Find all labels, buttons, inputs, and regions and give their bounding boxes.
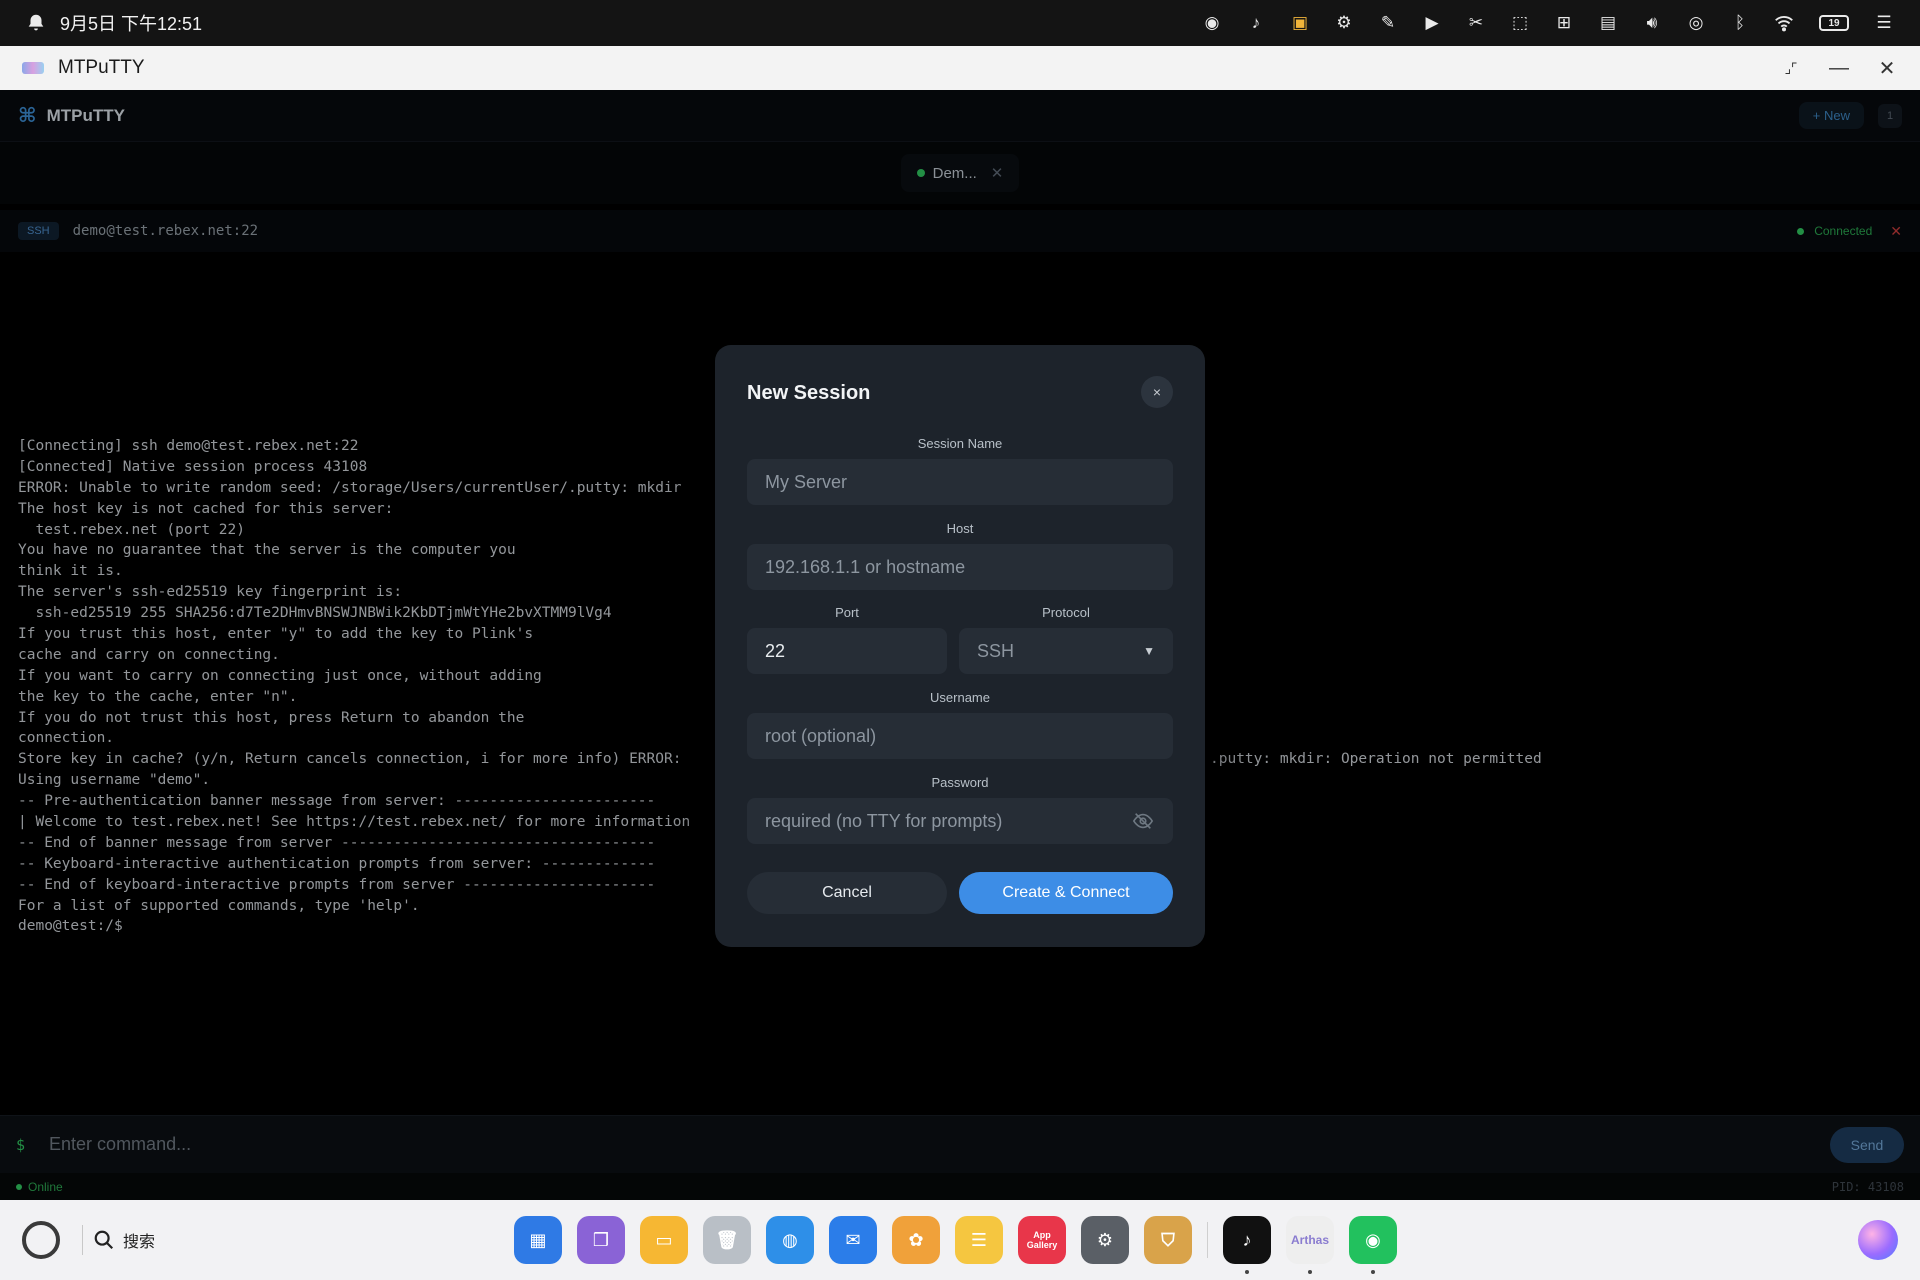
new-session-dialog: New Session × Session Name My Server Hos…: [715, 345, 1205, 947]
host-input[interactable]: 192.168.1.1 or hostname: [747, 544, 1173, 590]
app-logo-icon: [22, 62, 44, 74]
settings-app-icon: ⚙: [1096, 1229, 1114, 1250]
launcher-app-icon: ▦: [529, 1229, 547, 1250]
wechat-app[interactable]: ◉: [1349, 1216, 1397, 1274]
mail-app[interactable]: ✉: [829, 1216, 877, 1264]
video-icon[interactable]: ▶: [1420, 11, 1444, 35]
arthas-app-label: Arthas: [1290, 1233, 1329, 1247]
running-indicator: [1308, 1270, 1312, 1274]
running-indicator: [1371, 1270, 1375, 1274]
settings-app[interactable]: ⚙: [1081, 1216, 1129, 1264]
multitask-app[interactable]: ❒: [577, 1216, 625, 1264]
files-app[interactable]: ▭: [640, 1216, 688, 1264]
wechat-icon[interactable]: ◉: [1200, 11, 1224, 35]
port-label: Port: [835, 605, 859, 620]
volume-icon[interactable]: 🔊︎: [1640, 11, 1664, 35]
photos-app[interactable]: ✿: [892, 1216, 940, 1264]
control-center-icon[interactable]: ☰: [1872, 11, 1896, 35]
password-input[interactable]: required (no TTY for prompts): [747, 798, 1173, 844]
username-placeholder: root (optional): [765, 725, 877, 746]
bluetooth-icon[interactable]: ᛒ: [1728, 11, 1752, 35]
password-label: Password: [931, 775, 989, 790]
port-input[interactable]: 22: [747, 628, 947, 674]
scissors-icon[interactable]: ✂: [1464, 11, 1488, 35]
mail-app-icon: ✉: [845, 1229, 861, 1250]
dock-apps: ▦ ❒ ▭ 🗑︎ ◍ ✉ ✿ ☰ App Gallery ⚙ ⛉ ♪ Arthas ◉: [514, 1216, 1397, 1274]
protocol-label: Protocol: [1042, 605, 1090, 620]
photos-app-icon: ✿: [908, 1229, 924, 1250]
host-label: Host: [946, 521, 974, 536]
username-label: Username: [930, 690, 990, 705]
dock-divider: [82, 1225, 83, 1255]
trash-app[interactable]: 🗑︎: [703, 1216, 751, 1264]
battery-level: 19: [1819, 15, 1849, 31]
battery-icon: 19: [1816, 11, 1852, 35]
trash-app-icon: 🗑︎: [715, 1229, 739, 1250]
display-icon[interactable]: ▤: [1596, 11, 1620, 35]
system-status-bar: 9月5日 下午12:51 ◉ ♪ ▣ ⚙ ✎ ▶ ✂ ⬚ ⊞ ▤ 🔊︎ ◎ ᛒ …: [0, 0, 1920, 46]
protocol-value: SSH: [977, 640, 1015, 661]
chevron-down-icon: ▼: [1143, 644, 1155, 658]
dock-divider: [1207, 1222, 1208, 1258]
tiktok-icon[interactable]: ♪: [1244, 11, 1268, 35]
start-icon[interactable]: [22, 1221, 60, 1259]
window-title: MTPuTTY: [58, 57, 145, 78]
translate-icon[interactable]: ⊞: [1552, 11, 1576, 35]
screenshot-icon[interactable]: ⬚: [1508, 11, 1532, 35]
close-icon[interactable]: ✕: [1876, 57, 1898, 80]
browser-app-icon: ◍: [782, 1229, 798, 1250]
multitask-app-icon: ❒: [592, 1229, 610, 1250]
restore-icon[interactable]: ⌟⌜: [1780, 57, 1802, 79]
taskbar-dock: 搜索 ▦ ❒ ▭ 🗑︎ ◍ ✉ ✿ ☰ App Gallery ⚙ ⛉ ♪ Arthas ◉: [0, 1200, 1920, 1280]
session-name-label: Session Name: [917, 436, 1003, 451]
wechat-app-icon: ◉: [1365, 1229, 1381, 1250]
dialog-title: New Session: [747, 382, 871, 404]
bell-icon[interactable]: [24, 11, 48, 35]
search-button[interactable]: 搜索: [93, 1228, 155, 1252]
notes-icon[interactable]: ✎: [1376, 11, 1400, 35]
assistant-icon[interactable]: [1858, 1220, 1898, 1260]
session-name-placeholder: My Server: [765, 471, 848, 492]
search-icon: [94, 1230, 114, 1250]
protocol-select[interactable]: SSH ▼: [959, 628, 1173, 674]
notes-app[interactable]: ☰: [955, 1216, 1003, 1264]
running-indicator: [1245, 1270, 1249, 1274]
port-value: 22: [765, 640, 786, 661]
datetime: 9月5日 下午12:51: [60, 14, 203, 34]
session-name-input[interactable]: My Server: [747, 459, 1173, 505]
create-connect-button[interactable]: Create & Connect: [959, 872, 1173, 914]
dialog-close-icon[interactable]: ×: [1141, 376, 1173, 408]
wifi-icon[interactable]: [1772, 11, 1796, 35]
security-app[interactable]: ⛉: [1144, 1216, 1192, 1264]
notes-app-icon: ☰: [970, 1229, 988, 1250]
app-gallery-label: App Gallery: [1026, 1230, 1058, 1250]
window-title-bar[interactable]: MTPuTTY ⌟⌜ — ✕: [0, 46, 1920, 90]
tiktok-app-icon: ♪: [1242, 1229, 1252, 1250]
password-placeholder: required (no TTY for prompts): [765, 810, 1003, 831]
cancel-button[interactable]: Cancel: [747, 872, 947, 914]
browser-app[interactable]: ◍: [766, 1216, 814, 1264]
search-label: 搜索: [123, 1234, 156, 1251]
launcher-app[interactable]: ▦: [514, 1216, 562, 1264]
app-icon[interactable]: ▣: [1288, 11, 1312, 35]
tiktok-app[interactable]: ♪: [1223, 1216, 1271, 1274]
app-gallery[interactable]: App Gallery: [1018, 1216, 1066, 1264]
username-input[interactable]: root (optional): [747, 713, 1173, 759]
nfc-icon[interactable]: ◎: [1684, 11, 1708, 35]
minimize-icon[interactable]: —: [1828, 57, 1850, 79]
arthas-app[interactable]: Arthas: [1286, 1216, 1334, 1274]
security-app-icon: ⛉: [1161, 1229, 1175, 1250]
hide-password-icon[interactable]: [1131, 809, 1155, 833]
host-placeholder: 192.168.1.1 or hostname: [765, 556, 966, 577]
files-app-icon: ▭: [655, 1229, 673, 1250]
settings-gear-icon[interactable]: ⚙: [1332, 11, 1356, 35]
